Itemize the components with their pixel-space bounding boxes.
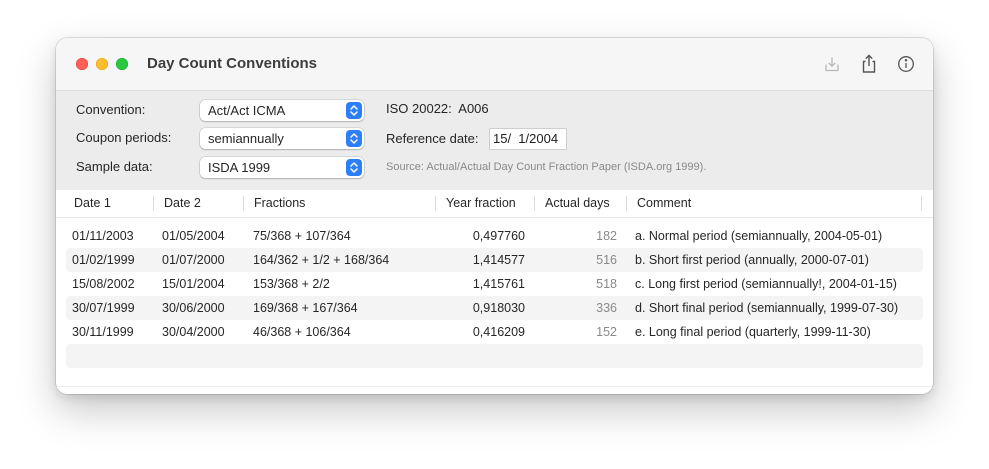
- coupon-periods-value: semiannually: [208, 131, 284, 146]
- column-divider: [626, 196, 627, 211]
- info-icon[interactable]: [895, 53, 917, 75]
- download-icon[interactable]: [821, 53, 843, 75]
- cell-fractions: 46/368 + 106/364: [253, 325, 351, 339]
- source-note: Source: Actual/Actual Day Count Fraction…: [386, 161, 707, 173]
- app-window: Day Count Conventions Convention: Act/Ac…: [56, 38, 933, 394]
- cell-date2: 01/07/2000: [162, 253, 225, 267]
- minimize-window-button[interactable]: [96, 58, 108, 70]
- cell-date1: 30/11/1999: [72, 325, 134, 339]
- cell-year-fraction: 1,415761: [472, 277, 525, 291]
- cell-actual-days: 516: [596, 253, 617, 267]
- window-title: Day Count Conventions: [147, 55, 318, 72]
- column-divider: [243, 196, 244, 211]
- sample-data-value: ISDA 1999: [208, 160, 271, 175]
- convention-value: Act/Act ICMA: [208, 103, 286, 118]
- table-header: Date 1 Date 2 Fractions Year fraction Ac…: [56, 190, 933, 218]
- cell-year-fraction: 0,497760: [472, 229, 525, 243]
- sample-data-label: Sample data:: [76, 159, 153, 174]
- cell-date2: 15/01/2004: [162, 277, 225, 291]
- coupon-periods-label: Coupon periods:: [76, 130, 172, 145]
- cell-date2: 30/04/2000: [162, 325, 225, 339]
- cell-comment: c. Long first period (semiannually!, 200…: [635, 277, 897, 291]
- chevron-updown-icon: [346, 130, 362, 147]
- column-divider: [534, 196, 535, 211]
- window-bottom-edge: [56, 386, 933, 394]
- sample-data-popup[interactable]: ISDA 1999: [200, 157, 364, 178]
- table-row[interactable]: 15/08/2002 15/01/2004 153/368 + 2/2 1,41…: [66, 272, 923, 296]
- cell-date1: 15/08/2002: [72, 277, 135, 291]
- cell-year-fraction: 0,416209: [472, 325, 525, 339]
- column-header-year-fraction[interactable]: Year fraction: [446, 196, 516, 210]
- settings-panel: Convention: Act/Act ICMA Coupon periods:…: [56, 90, 933, 190]
- iso-code-text: ISO 20022: A006: [386, 101, 489, 116]
- column-header-comment[interactable]: Comment: [637, 196, 691, 210]
- table-row[interactable]: 01/02/1999 01/07/2000 164/362 + 1/2 + 16…: [66, 248, 923, 272]
- convention-label: Convention:: [76, 102, 146, 117]
- cell-date1: 30/07/1999: [72, 301, 135, 315]
- chevron-updown-icon: [346, 159, 362, 176]
- column-header-date1[interactable]: Date 1: [74, 196, 111, 210]
- column-divider: [435, 196, 436, 211]
- cell-date1: 01/02/1999: [72, 253, 135, 267]
- cell-comment: b. Short first period (annually, 2000-07…: [635, 253, 869, 267]
- empty-table-row: [66, 344, 923, 368]
- cell-date2: 01/05/2004: [162, 229, 225, 243]
- table-row[interactable]: 30/07/1999 30/06/2000 169/368 + 167/364 …: [66, 296, 923, 320]
- column-header-fractions[interactable]: Fractions: [254, 196, 305, 210]
- convention-popup[interactable]: Act/Act ICMA: [200, 100, 364, 121]
- cell-actual-days: 182: [596, 229, 617, 243]
- reference-date-value: 15/ 1/2004: [493, 131, 559, 146]
- cell-date2: 30/06/2000: [162, 301, 225, 315]
- share-icon[interactable]: [858, 53, 880, 75]
- column-divider: [153, 196, 154, 211]
- cell-year-fraction: 1,414577: [472, 253, 525, 267]
- reference-date-label: Reference date:: [386, 131, 479, 146]
- cell-date1: 01/11/2003: [72, 229, 134, 243]
- cell-actual-days: 336: [596, 301, 617, 315]
- table-row[interactable]: 30/11/1999 30/04/2000 46/368 + 106/364 0…: [66, 320, 923, 344]
- cell-comment: d. Short final period (semiannually, 199…: [635, 301, 899, 315]
- coupon-periods-popup[interactable]: semiannually: [200, 128, 364, 149]
- close-window-button[interactable]: [76, 58, 88, 70]
- title-bar: Day Count Conventions: [56, 38, 933, 90]
- cell-comment: e. Long final period (quarterly, 1999-11…: [635, 325, 871, 339]
- cell-fractions: 164/362 + 1/2 + 168/364: [253, 253, 390, 267]
- chevron-updown-icon: [346, 102, 362, 119]
- zoom-window-button[interactable]: [116, 58, 128, 70]
- cell-actual-days: 152: [596, 325, 617, 339]
- column-header-actual-days[interactable]: Actual days: [545, 196, 610, 210]
- cell-fractions: 169/368 + 167/364: [253, 301, 358, 315]
- cell-year-fraction: 0,918030: [472, 301, 525, 315]
- column-header-date2[interactable]: Date 2: [164, 196, 201, 210]
- reference-date-field[interactable]: 15/ 1/2004: [490, 129, 566, 149]
- cell-fractions: 153/368 + 2/2: [253, 277, 330, 291]
- cell-comment: a. Normal period (semiannually, 2004-05-…: [635, 229, 883, 243]
- table-body: 01/11/2003 01/05/2004 75/368 + 107/364 0…: [66, 224, 923, 368]
- cell-fractions: 75/368 + 107/364: [253, 229, 351, 243]
- column-divider: [921, 196, 922, 211]
- table-row[interactable]: 01/11/2003 01/05/2004 75/368 + 107/364 0…: [66, 224, 923, 248]
- cell-actual-days: 518: [596, 277, 617, 291]
